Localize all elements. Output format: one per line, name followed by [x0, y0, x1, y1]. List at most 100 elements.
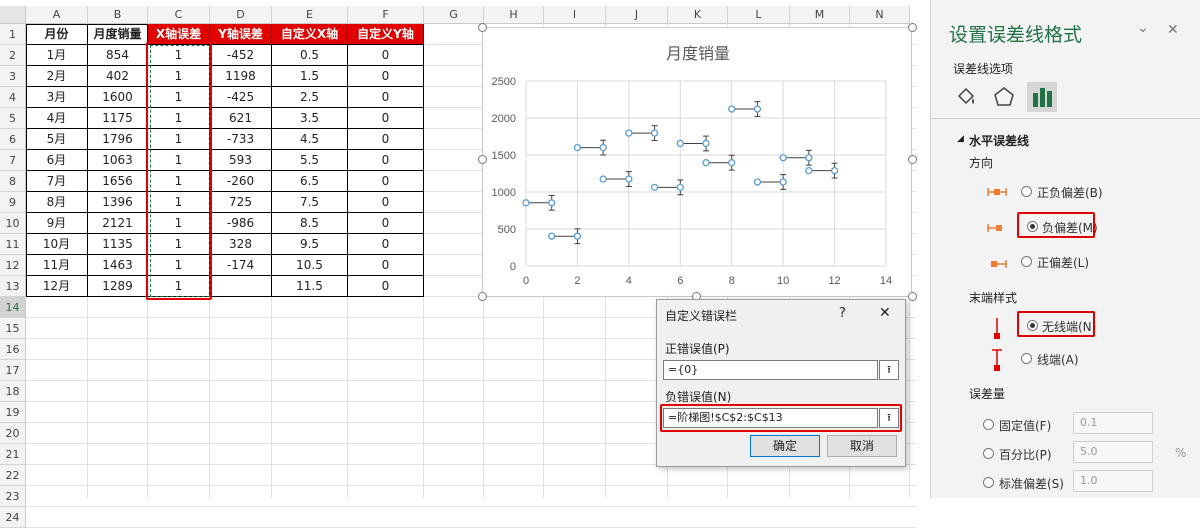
column-header[interactable]: G [424, 6, 484, 24]
option-plus[interactable]: 正偏差(L) [1037, 254, 1089, 271]
range-picker-icon[interactable]: ⭱ [879, 360, 899, 380]
data-cell[interactable]: 0 [348, 192, 424, 213]
data-cell[interactable]: 1198 [210, 66, 272, 87]
data-cell[interactable]: 402 [88, 66, 148, 87]
column-header[interactable]: E [272, 6, 348, 24]
radio-cap[interactable] [1021, 353, 1032, 364]
data-cell[interactable]: 2月 [26, 66, 88, 87]
row-header[interactable]: 2 [0, 45, 26, 66]
collapse-icon[interactable]: ⌄ [1137, 20, 1149, 36]
data-cell[interactable]: 0 [348, 234, 424, 255]
data-cell[interactable]: -260 [210, 171, 272, 192]
data-cell[interactable]: 8.5 [272, 213, 348, 234]
row-header[interactable]: 19 [0, 402, 26, 423]
percent-value-input[interactable]: 5.0 [1073, 441, 1153, 463]
cancel-button[interactable]: 取消 [827, 435, 897, 457]
row-header[interactable]: 3 [0, 66, 26, 87]
row-header[interactable]: 18 [0, 381, 26, 402]
row-header[interactable]: 12 [0, 255, 26, 276]
data-cell[interactable]: 1175 [88, 108, 148, 129]
data-cell[interactable]: -733 [210, 129, 272, 150]
row-header[interactable]: 20 [0, 423, 26, 444]
row-header[interactable]: 17 [0, 360, 26, 381]
chart-resize-handle[interactable] [908, 23, 917, 32]
data-cell[interactable]: 0 [348, 45, 424, 66]
column-header[interactable]: K [668, 6, 728, 24]
column-header[interactable]: J [606, 6, 668, 24]
chart-resize-handle[interactable] [478, 23, 487, 32]
data-cell[interactable]: 621 [210, 108, 272, 129]
select-all-corner[interactable] [0, 6, 26, 24]
row-header[interactable]: 8 [0, 171, 26, 192]
data-cell[interactable]: 725 [210, 192, 272, 213]
ok-button[interactable]: 确定 [750, 435, 820, 457]
data-cell[interactable]: 2121 [88, 213, 148, 234]
data-cell[interactable]: 0 [348, 129, 424, 150]
data-cell[interactable]: 1600 [88, 87, 148, 108]
row-header[interactable]: 6 [0, 129, 26, 150]
option-stdev[interactable]: 标准偏差(S) [999, 475, 1064, 492]
column-header[interactable]: D [210, 6, 272, 24]
row-header[interactable]: 14 [0, 297, 26, 318]
data-cell[interactable]: 1.5 [272, 66, 348, 87]
row-header[interactable]: 15 [0, 318, 26, 339]
stdev-value-input[interactable]: 1.0 [1073, 470, 1153, 492]
data-cell[interactable]: 0 [348, 66, 424, 87]
data-cell[interactable]: 3月 [26, 87, 88, 108]
row-header[interactable]: 1 [0, 24, 26, 45]
data-cell[interactable]: 9月 [26, 213, 88, 234]
column-header[interactable]: B [88, 6, 148, 24]
scatter-chart[interactable]: 月度销量 0 500 1000 1500 2000 2500 0 2 4 6 8 10 12 14 [482, 27, 912, 297]
data-cell[interactable]: 328 [210, 234, 272, 255]
chart-resize-handle[interactable] [478, 155, 487, 164]
data-cell[interactable]: 1796 [88, 129, 148, 150]
data-cell[interactable]: 11.5 [272, 276, 348, 297]
positive-error-input[interactable]: ={0} [663, 360, 878, 380]
data-cell[interactable]: 0 [348, 171, 424, 192]
effects-icon[interactable] [991, 84, 1017, 110]
section-title[interactable]: 水平误差线 [969, 132, 1029, 149]
data-cell[interactable]: 1135 [88, 234, 148, 255]
data-cell[interactable]: 1063 [88, 150, 148, 171]
data-cell[interactable]: 9.5 [272, 234, 348, 255]
data-cell[interactable]: 7月 [26, 171, 88, 192]
data-cell[interactable]: 10.5 [272, 255, 348, 276]
column-header[interactable]: L [728, 6, 790, 24]
header-cell[interactable]: 月份 [26, 24, 88, 45]
data-cell[interactable]: 11月 [26, 255, 88, 276]
data-cell[interactable]: 1656 [88, 171, 148, 192]
option-fixed[interactable]: 固定值(F) [999, 417, 1051, 434]
chart-plot-area[interactable]: 0 500 1000 1500 2000 2500 0 2 4 6 8 10 12 14 [483, 28, 913, 298]
data-cell[interactable]: 1月 [26, 45, 88, 66]
chart-resize-handle[interactable] [908, 292, 917, 301]
option-cap[interactable]: 线端(A) [1037, 351, 1079, 368]
data-cell[interactable]: 0 [348, 276, 424, 297]
row-header[interactable]: 9 [0, 192, 26, 213]
row-header[interactable]: 10 [0, 213, 26, 234]
row-header[interactable]: 11 [0, 234, 26, 255]
fill-line-icon[interactable] [953, 84, 979, 110]
column-header[interactable]: A [26, 6, 88, 24]
radio-percent[interactable] [983, 448, 994, 459]
data-cell[interactable]: 0 [348, 150, 424, 171]
data-cell[interactable]: 0.5 [272, 45, 348, 66]
column-header[interactable]: N [850, 6, 910, 24]
data-cell[interactable]: 854 [88, 45, 148, 66]
close-icon[interactable]: ✕ [1167, 22, 1179, 38]
custom-error-bars-dialog[interactable]: 自定义错误栏 ? ✕ 正错误值(P) ={0} ⭱ 负错误值(N) =阶梯图!$… [656, 299, 906, 467]
data-cell[interactable]: 4月 [26, 108, 88, 129]
data-cell[interactable]: 5月 [26, 129, 88, 150]
row-header[interactable]: 7 [0, 150, 26, 171]
data-cell[interactable]: 5.5 [272, 150, 348, 171]
data-cell[interactable]: 593 [210, 150, 272, 171]
data-cell[interactable]: 12月 [26, 276, 88, 297]
column-header[interactable]: I [544, 6, 606, 24]
data-cell[interactable]: 4.5 [272, 129, 348, 150]
pane-subtitle[interactable]: 误差线选项 [953, 60, 1013, 77]
row-header[interactable]: 13 [0, 276, 26, 297]
data-cell[interactable]: -986 [210, 213, 272, 234]
data-cell[interactable]: 0 [348, 108, 424, 129]
chart-resize-handle[interactable] [478, 292, 487, 301]
data-cell[interactable]: 1289 [88, 276, 148, 297]
column-header[interactable]: H [484, 6, 544, 24]
